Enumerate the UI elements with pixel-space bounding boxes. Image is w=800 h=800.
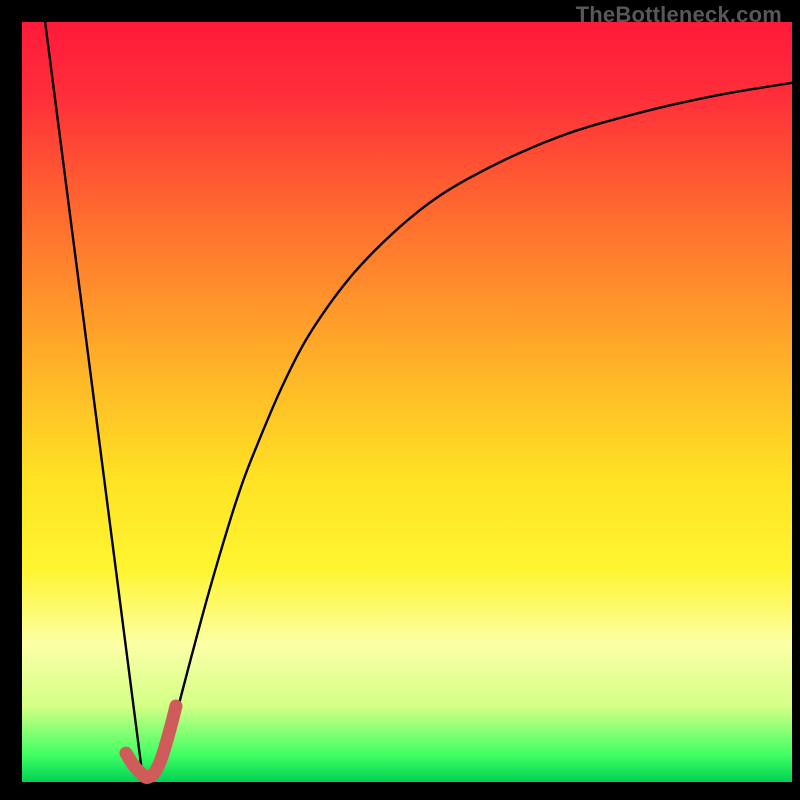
watermark-label: TheBottleneck.com <box>576 2 782 28</box>
chart-frame: TheBottleneck.com <box>0 0 800 800</box>
gradient-background <box>22 22 792 782</box>
bottleneck-chart <box>0 0 800 800</box>
